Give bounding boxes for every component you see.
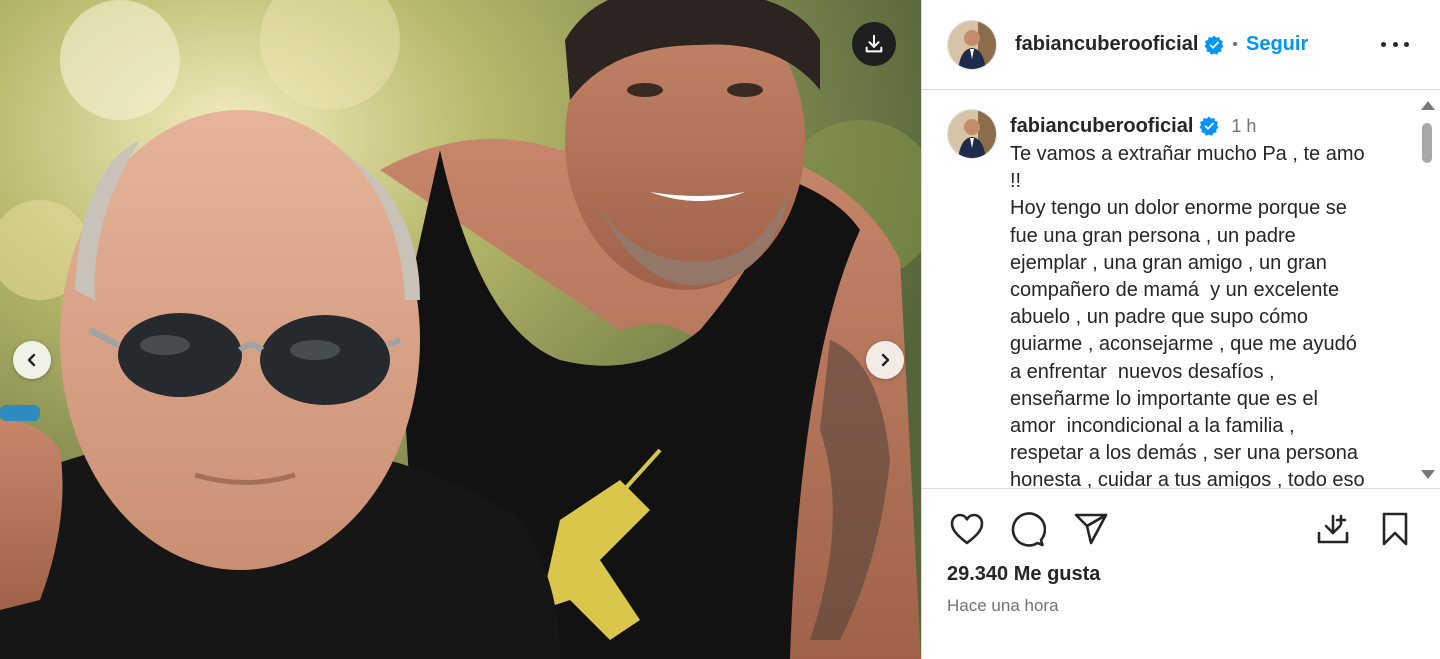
comment-button[interactable] xyxy=(1008,509,1048,549)
like-button[interactable] xyxy=(947,509,987,549)
download-icon xyxy=(865,34,883,53)
scroll-up-arrow-icon[interactable] xyxy=(1421,101,1435,110)
post-media[interactable] xyxy=(0,0,921,659)
caption-timestamp[interactable]: 1 h xyxy=(1231,116,1256,137)
likes-count[interactable]: 29.340 Me gusta xyxy=(947,563,1100,586)
more-options-icon xyxy=(1381,41,1386,47)
comment-icon xyxy=(1011,512,1046,547)
next-media-button[interactable] xyxy=(866,341,904,379)
post-actions: 29.340 Me gusta Hace una hora xyxy=(922,488,1440,658)
follow-button[interactable]: Seguir xyxy=(1246,33,1308,56)
post-timestamp[interactable]: Hace una hora xyxy=(947,596,1059,616)
post-side-panel: fabiancuberooficial • Seguir fabiancuber… xyxy=(921,0,1440,659)
post-caption: fabiancuberooficial 1 h Te vamos a extra… xyxy=(947,109,1417,488)
post-header: fabiancuberooficial • Seguir xyxy=(922,0,1440,90)
chevron-left-icon xyxy=(27,353,36,367)
avatar-image xyxy=(948,110,996,158)
action-bar xyxy=(947,509,1417,549)
chevron-right-icon xyxy=(881,353,890,367)
comments-section[interactable]: fabiancuberooficial 1 h Te vamos a extra… xyxy=(922,91,1440,488)
bookmark-button[interactable] xyxy=(1375,509,1415,549)
caption-avatar[interactable] xyxy=(947,109,997,159)
avatar-image xyxy=(948,20,996,69)
heart-icon xyxy=(950,513,984,545)
previous-media-button[interactable] xyxy=(13,341,51,379)
scroll-down-arrow-icon[interactable] xyxy=(1421,470,1435,479)
post-photo xyxy=(0,0,921,659)
download-media-button[interactable] xyxy=(852,22,896,66)
send-icon xyxy=(1074,513,1108,545)
comments-scrollbar[interactable] xyxy=(1419,99,1435,479)
share-button[interactable] xyxy=(1071,509,1111,549)
verified-badge-icon xyxy=(1204,35,1224,55)
post-author-username[interactable]: fabiancuberooficial xyxy=(1015,33,1198,56)
save-offline-button[interactable] xyxy=(1313,509,1353,549)
caption-username[interactable]: fabiancuberooficial xyxy=(1010,115,1193,138)
download-tray-icon xyxy=(1317,514,1349,544)
caption-text: Te vamos a extrañar mucho Pa , te amo !!… xyxy=(1010,143,1365,488)
bookmark-icon xyxy=(1382,512,1408,546)
verified-badge-icon xyxy=(1199,116,1219,136)
header-separator: • xyxy=(1232,35,1238,53)
avatar[interactable] xyxy=(947,19,997,70)
more-options-button[interactable] xyxy=(1381,33,1409,55)
scrollbar-thumb[interactable] xyxy=(1422,123,1432,163)
